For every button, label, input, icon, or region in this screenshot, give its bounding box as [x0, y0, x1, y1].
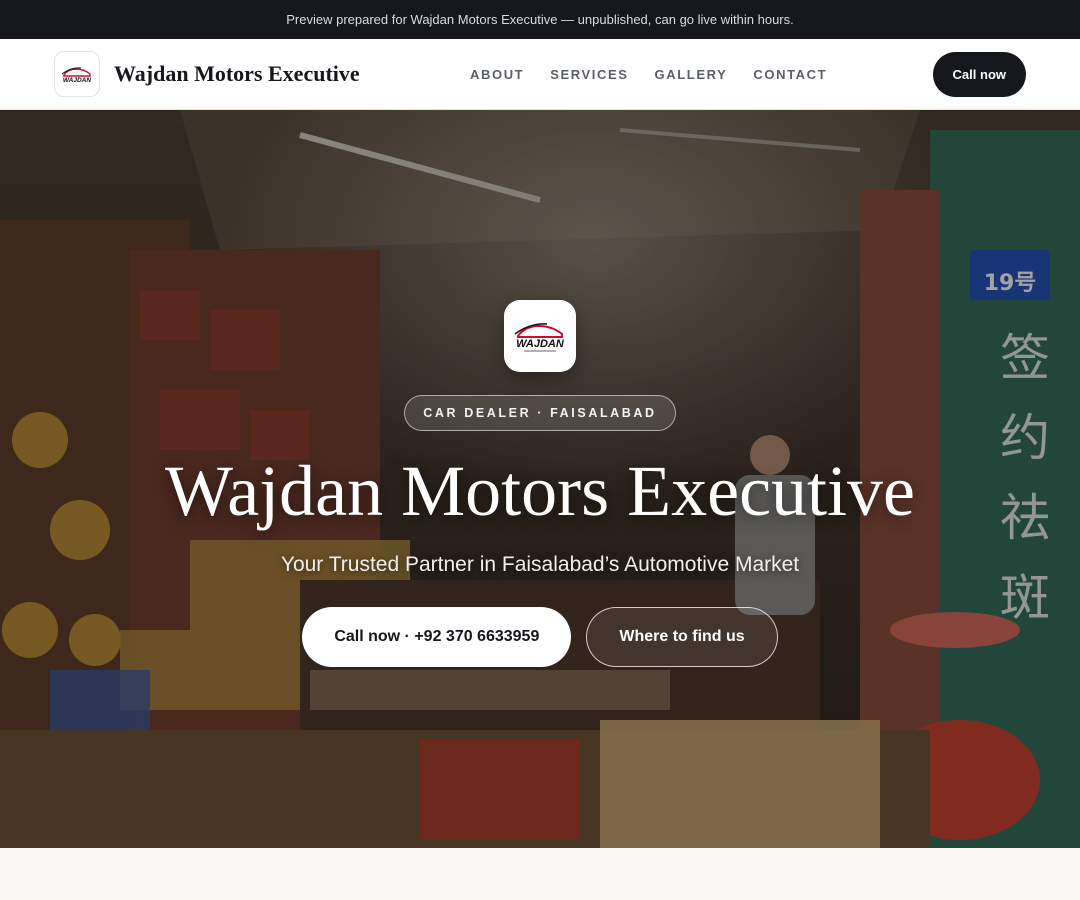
header-logo[interactable]: WAJDAN [54, 51, 100, 97]
preview-banner: Preview prepared for Wajdan Motors Execu… [0, 0, 1080, 39]
header-call-button[interactable]: Call now [932, 52, 1026, 97]
hero-title: Wajdan Motors Executive [165, 451, 915, 531]
hero-actions: Call now · +92 370 6633959 Where to find… [302, 607, 778, 667]
hero-subtitle: Your Trusted Partner in Faisalabad’s Aut… [280, 553, 800, 576]
hero-content: WAJDAN CAR DEALER · FAISALABAD Wajdan Mo… [0, 300, 1080, 667]
logo-wordmark: WAJDAN [63, 77, 91, 84]
car-logo-icon: WAJDAN [61, 67, 91, 84]
brand-name[interactable]: Wajdan Motors Executive [114, 61, 360, 87]
next-section [0, 848, 1080, 900]
car-logo-icon: WAJDAN [514, 323, 565, 352]
preview-banner-text: Preview prepared for Wajdan Motors Execu… [286, 12, 794, 27]
hero-section: 19号 签 约 祛 斑 WAJDAN CAR DEALER · FAISALAB… [0, 110, 1080, 848]
main-nav: ABOUT SERVICES GALLERY CONTACT [470, 39, 827, 110]
call-now-button[interactable]: Call now · +92 370 6633959 [302, 607, 572, 667]
nav-services[interactable]: SERVICES [550, 67, 628, 82]
nav-gallery[interactable]: GALLERY [655, 67, 728, 82]
nav-about[interactable]: ABOUT [470, 67, 524, 82]
hero-logo: WAJDAN [504, 300, 576, 372]
site-header: WAJDAN Wajdan Motors Executive ABOUT SER… [0, 39, 1080, 110]
hero-logo-wordmark: WAJDAN [516, 338, 565, 350]
nav-contact[interactable]: CONTACT [753, 67, 827, 82]
find-us-button[interactable]: Where to find us [586, 607, 778, 667]
category-tag: CAR DEALER · FAISALABAD [404, 395, 676, 431]
